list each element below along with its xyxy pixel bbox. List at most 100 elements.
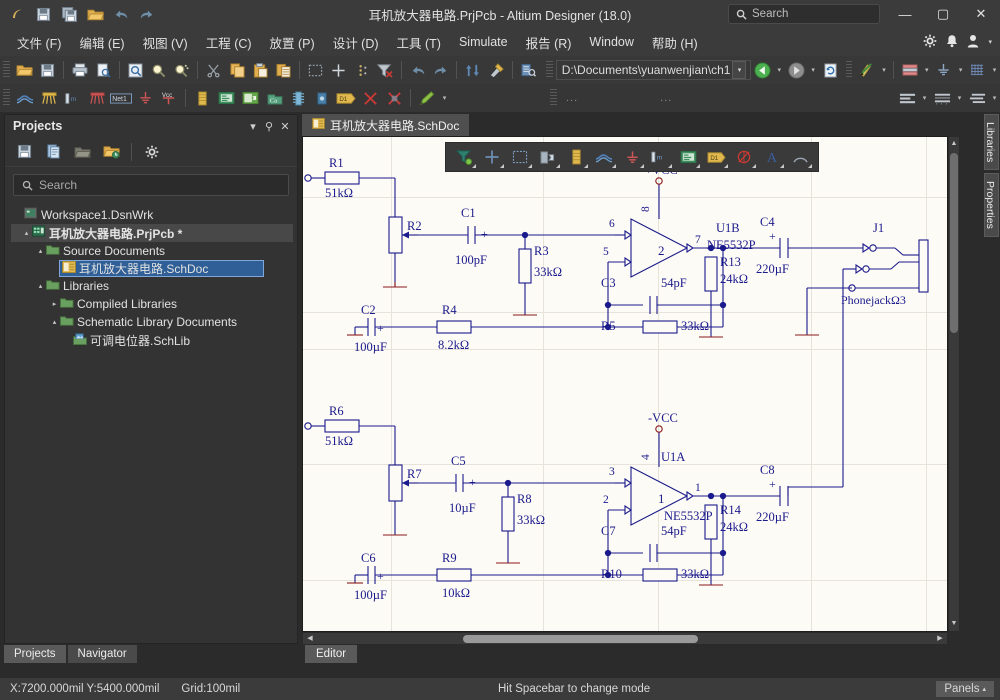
place-no-erc-toolbar-icon[interactable] xyxy=(358,86,382,110)
drawing-tools-toolbar-icon[interactable] xyxy=(415,86,439,110)
panels-button[interactable]: Panels ▴ xyxy=(936,681,994,697)
layer-stack-chevron-icon[interactable]: ▾ xyxy=(921,66,932,74)
tree-arrow[interactable]: ▸ xyxy=(49,300,60,308)
place-part-toolbar-icon[interactable] xyxy=(190,86,214,110)
save-document-icon[interactable] xyxy=(36,58,59,82)
toolbar-overflow-dots-2[interactable]: ... xyxy=(654,92,678,104)
tree-arrow[interactable]: ▴ xyxy=(35,247,46,255)
minimize-button[interactable]: — xyxy=(886,0,924,28)
undo-toolbar-icon[interactable] xyxy=(406,58,429,82)
grid-settings-chevron-icon[interactable]: ▾ xyxy=(989,66,1000,74)
menu-item-file[interactable]: 文件 (F) xyxy=(8,30,70,55)
save-icon[interactable] xyxy=(32,3,54,25)
recent-project-icon[interactable] xyxy=(98,140,124,164)
scroll-down-arrow-icon[interactable]: ▼ xyxy=(949,618,959,630)
place-harness-connector-toolbar-icon[interactable] xyxy=(286,86,310,110)
document-path-field[interactable]: D:\Documents\yuanwenjian\ch1 ▾ xyxy=(555,60,751,80)
schematic-canvas[interactable]: R1 51kΩ R2 C1 + 100pF R3 33kΩ 6 5 7 8 U1… xyxy=(302,136,948,632)
vertical-scroll-thumb[interactable] xyxy=(950,153,958,333)
user-icon[interactable] xyxy=(967,34,979,51)
zoom-select-icon[interactable] xyxy=(170,58,193,82)
menu-item-help[interactable]: 帮助 (H) xyxy=(643,30,707,55)
layer-stack-icon[interactable] xyxy=(898,58,921,82)
projects-search-input[interactable]: Search xyxy=(13,174,289,196)
tree-item-schematic-library-documents[interactable]: ▴ Schematic Library Documents xyxy=(11,313,293,331)
tree-item-schdoc[interactable]: 耳机放大器电路.SchDoc xyxy=(59,260,264,277)
compile-project-icon[interactable] xyxy=(40,140,66,164)
open-project-icon[interactable] xyxy=(69,140,95,164)
redo-icon[interactable] xyxy=(136,3,158,25)
scroll-up-arrow-icon[interactable]: ▲ xyxy=(949,138,959,150)
menu-item-window[interactable]: Window xyxy=(580,32,642,52)
measure-chevron-icon[interactable]: ▾ xyxy=(879,66,890,74)
toolbar-grip[interactable] xyxy=(545,61,553,79)
toolbar-grip[interactable] xyxy=(3,61,10,79)
refresh-document-icon[interactable] xyxy=(818,58,841,82)
scroll-right-arrow-icon[interactable]: ▶ xyxy=(934,633,946,644)
canvas-horizontal-scrollbar[interactable]: ◀ ▶ xyxy=(302,632,948,645)
navigate-forward-chevron-icon[interactable]: ▾ xyxy=(808,66,819,74)
tree-item-compiled-libraries[interactable]: ▸ Compiled Libraries xyxy=(11,295,293,313)
scroll-left-arrow-icon[interactable]: ◀ xyxy=(304,633,316,644)
place-drawing-tools-icon[interactable] xyxy=(786,144,814,170)
navigate-forward-icon[interactable] xyxy=(785,58,808,82)
maximize-button[interactable]: ▢ xyxy=(924,0,962,28)
menu-item-simulate[interactable]: Simulate xyxy=(450,32,517,52)
ground-plane-icon[interactable] xyxy=(932,58,955,82)
tree-item-workspace[interactable]: Workspace1.DsnWrk xyxy=(11,206,293,224)
toolbar-grip[interactable] xyxy=(3,89,10,107)
redo-toolbar-icon[interactable] xyxy=(429,58,452,82)
tree-arrow[interactable]: ▴ xyxy=(21,229,32,237)
save-all-icon[interactable] xyxy=(58,3,80,25)
right-tab-libraries[interactable]: Libraries xyxy=(984,114,999,171)
canvas-vertical-scrollbar[interactable]: ▲ ▼ xyxy=(948,136,960,632)
panel-tab-navigator[interactable]: Navigator xyxy=(67,645,137,663)
align-left-chevron-icon[interactable]: ▾ xyxy=(919,94,930,102)
place-text-string-icon[interactable]: A xyxy=(758,144,786,170)
tree-arrow[interactable]: ▴ xyxy=(49,318,60,326)
place-junction-icon[interactable] xyxy=(478,144,506,170)
place-no-erc-icon[interactable] xyxy=(730,144,758,170)
place-gnd-toolbar-icon[interactable] xyxy=(133,86,157,110)
editor-tab[interactable]: Editor xyxy=(305,645,358,663)
place-bus-icon[interactable] xyxy=(506,144,534,170)
drawing-tools-chevron-icon[interactable]: ▾ xyxy=(439,94,450,102)
panel-menu-chevron-icon[interactable]: ▾ xyxy=(245,120,261,133)
bell-icon[interactable] xyxy=(946,34,958,51)
move-icon[interactable] xyxy=(327,58,350,82)
zoom-in-icon[interactable] xyxy=(147,58,170,82)
open-document-icon[interactable] xyxy=(13,58,36,82)
place-device-sheet-toolbar-icon[interactable]: Ca xyxy=(262,86,286,110)
global-search-input[interactable]: Search xyxy=(728,4,880,24)
menu-item-tools[interactable]: 工具 (T) xyxy=(388,30,450,55)
close-button[interactable]: ✕ xyxy=(962,0,1000,28)
place-port-toolbar-icon[interactable]: D1 xyxy=(334,86,358,110)
menu-item-project[interactable]: 工程 (C) xyxy=(197,30,261,55)
place-net-label-toolbar-icon[interactable]: m xyxy=(61,86,85,110)
print-icon[interactable] xyxy=(68,58,91,82)
align-space-chevron-icon[interactable]: ▾ xyxy=(989,94,1000,102)
altium-logo-icon[interactable] xyxy=(6,3,28,25)
align-dots-icon[interactable] xyxy=(351,58,374,82)
place-sheet-symbol-toolbar-icon[interactable] xyxy=(214,86,238,110)
clear-filter-icon[interactable] xyxy=(374,58,397,82)
place-wire-toolbar-icon[interactable] xyxy=(13,86,37,110)
right-tab-properties[interactable]: Properties xyxy=(984,173,999,238)
paste-array-icon[interactable] xyxy=(272,58,295,82)
document-path-dropdown[interactable]: ▾ xyxy=(732,61,747,79)
browse-components-icon[interactable] xyxy=(517,58,540,82)
menu-item-design[interactable]: 设计 (D) xyxy=(324,30,388,55)
delete-no-erc-toolbar-icon[interactable] xyxy=(382,86,406,110)
ground-plane-chevron-icon[interactable]: ▾ xyxy=(955,66,966,74)
place-port-icon[interactable]: D1 xyxy=(702,144,730,170)
save-project-icon[interactable] xyxy=(11,140,37,164)
cross-probe-icon[interactable] xyxy=(485,58,508,82)
hierarchy-updown-icon[interactable] xyxy=(461,58,484,82)
net-label-text-icon[interactable]: Net1 xyxy=(109,86,133,110)
toolbar-grip[interactable] xyxy=(845,61,853,79)
place-bus-toolbar-icon[interactable] xyxy=(37,86,61,110)
navigate-back-icon[interactable] xyxy=(751,58,774,82)
place-net-label-icon[interactable]: m xyxy=(646,144,674,170)
tree-item-schlib[interactable]: 可调电位器.SchLib xyxy=(11,331,293,349)
navigate-back-chevron-icon[interactable]: ▾ xyxy=(774,66,785,74)
